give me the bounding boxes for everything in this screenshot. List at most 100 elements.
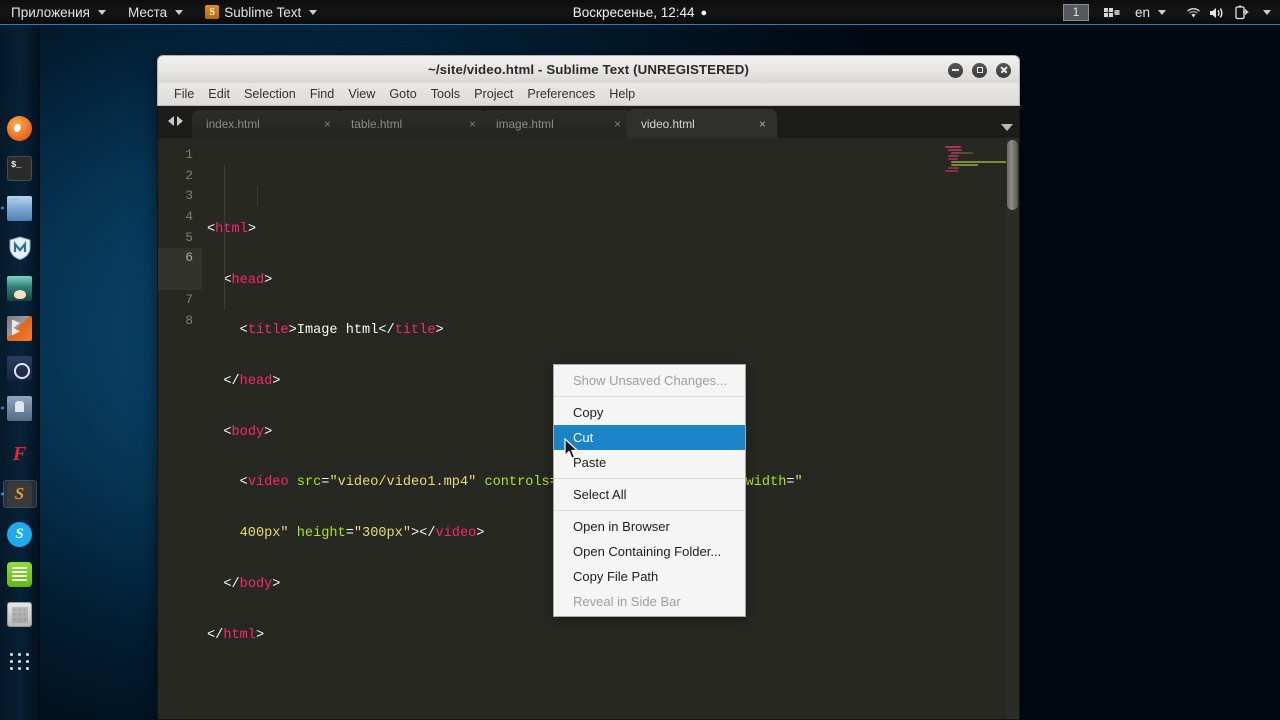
dock-item-anime-player[interactable] bbox=[0, 273, 40, 303]
calculator-icon bbox=[7, 601, 32, 627]
keyboard-layout-label: en bbox=[1134, 5, 1150, 20]
window-titlebar[interactable]: ~/site/video.html - Sublime Text (UNREGI… bbox=[157, 55, 1020, 83]
context-menu-item-copy[interactable]: Copy bbox=[554, 400, 745, 425]
tab-table-html[interactable]: table.html × bbox=[337, 110, 487, 138]
skype-icon: S bbox=[7, 521, 32, 547]
workspace-indicator[interactable]: 1 bbox=[1062, 4, 1089, 21]
dock-item-notes[interactable] bbox=[0, 559, 40, 589]
dock-item-sublime-text[interactable]: S bbox=[0, 479, 40, 509]
tabbar: index.html × table.html × image.html × v… bbox=[157, 106, 1020, 138]
maximize-button[interactable] bbox=[972, 62, 987, 78]
indent-guide bbox=[257, 186, 258, 206]
menu-preferences[interactable]: Preferences bbox=[520, 83, 602, 106]
dock-item-calculator[interactable] bbox=[0, 599, 40, 629]
applications-label: Приложения bbox=[11, 4, 90, 20]
line-number-wrapped: . bbox=[158, 269, 202, 290]
fl-studio-icon: F bbox=[12, 442, 27, 465]
dock-item-skype[interactable]: S bbox=[0, 519, 40, 549]
window-title: ~/site/video.html - Sublime Text (UNREGI… bbox=[427, 62, 750, 77]
keyboard-layout[interactable]: en bbox=[1125, 0, 1172, 25]
gimp-icon bbox=[7, 315, 32, 341]
code-line-8: </html> bbox=[207, 627, 265, 643]
menu-find[interactable]: Find bbox=[303, 83, 342, 106]
dock-item-gimp[interactable] bbox=[0, 313, 40, 343]
sublime-badge-icon: S bbox=[205, 5, 220, 19]
scroll-left-icon[interactable] bbox=[167, 116, 174, 126]
context-menu-item-cut[interactable]: Cut bbox=[554, 425, 745, 450]
minimap[interactable] bbox=[941, 138, 1019, 719]
dock-item-malware-shield[interactable] bbox=[0, 233, 40, 263]
tab-overflow-menu-icon[interactable] bbox=[1001, 124, 1013, 131]
menu-project[interactable]: Project bbox=[467, 83, 520, 106]
context-menu-item-paste[interactable]: Paste bbox=[554, 450, 745, 475]
tab-navigation[interactable] bbox=[158, 106, 192, 138]
menu-view[interactable]: View bbox=[341, 83, 382, 106]
line-number-gutter: 1 2 3 4 5 6 . 7 8 bbox=[158, 138, 202, 719]
dock-item-gps-tool[interactable] bbox=[0, 393, 40, 423]
firefox-icon bbox=[7, 115, 32, 141]
tab-image-html[interactable]: image.html × bbox=[482, 110, 632, 138]
dock-item-terminal[interactable]: $_ bbox=[0, 153, 40, 183]
sublime-text-window: ~/site/video.html - Sublime Text (UNREGI… bbox=[157, 55, 1020, 720]
code-line-1: <html> bbox=[207, 222, 256, 237]
menu-help[interactable]: Help bbox=[602, 83, 642, 106]
running-indicator bbox=[0, 406, 4, 410]
terminal-icon: $_ bbox=[7, 155, 32, 181]
volume-icon[interactable] bbox=[1206, 0, 1228, 25]
tab-index-html[interactable]: index.html × bbox=[192, 110, 342, 138]
dock-item-firefox[interactable] bbox=[0, 113, 40, 143]
inkscape-icon bbox=[7, 355, 32, 381]
menu-selection[interactable]: Selection bbox=[237, 83, 303, 106]
line-number: 5 bbox=[185, 229, 193, 245]
context-menu-item-open-containing-folder[interactable]: Open Containing Folder... bbox=[554, 539, 745, 564]
menubar: File Edit Selection Find View Goto Tools… bbox=[157, 83, 1020, 106]
dock-item-fl-studio[interactable]: F bbox=[0, 439, 40, 469]
close-icon[interactable]: × bbox=[469, 117, 476, 131]
editor-scrollbar[interactable] bbox=[1006, 138, 1019, 719]
window-controls bbox=[948, 56, 1011, 84]
menu-file[interactable]: File bbox=[167, 83, 201, 106]
close-button[interactable] bbox=[996, 62, 1011, 78]
menu-tools[interactable]: Tools bbox=[424, 83, 467, 106]
context-menu-item-copy-file-path[interactable]: Copy File Path bbox=[554, 564, 745, 589]
dock-item-files[interactable] bbox=[0, 193, 40, 223]
battery-icon[interactable] bbox=[1230, 0, 1252, 25]
menu-separator bbox=[554, 396, 745, 397]
active-application-menu[interactable]: S Sublime Text bbox=[194, 0, 328, 25]
wifi-icon[interactable] bbox=[1182, 0, 1204, 25]
tab-video-html[interactable]: video.html × bbox=[627, 109, 777, 138]
context-menu: Show Unsaved Changes... Copy Cut Paste S… bbox=[553, 364, 746, 617]
chevron-down-icon bbox=[309, 9, 318, 15]
code-line-3: <title>Image html</title> bbox=[239, 323, 444, 339]
dock-item-show-applications[interactable] bbox=[0, 645, 40, 675]
shield-icon bbox=[7, 236, 32, 261]
scroll-right-icon[interactable] bbox=[176, 116, 183, 126]
dock-item-inkscape[interactable] bbox=[0, 353, 40, 383]
line-number: 1 bbox=[185, 147, 193, 162]
line-number: 8 bbox=[185, 312, 193, 328]
clock-text: Воскресенье, 12:44 bbox=[572, 5, 695, 20]
menu-edit[interactable]: Edit bbox=[201, 83, 237, 106]
context-menu-item-show-unsaved-changes: Show Unsaved Changes... bbox=[573, 373, 727, 388]
context-menu-item-open-in-browser[interactable]: Open in Browser bbox=[554, 514, 745, 539]
line-number: 4 bbox=[185, 209, 193, 225]
tab-label: index.html bbox=[206, 117, 260, 131]
code-line-2: <head> bbox=[223, 272, 273, 288]
context-menu-item-select-all[interactable]: Select All bbox=[554, 482, 745, 507]
menu-places[interactable]: Места bbox=[117, 0, 194, 25]
workspace-switcher-icon[interactable] bbox=[1101, 0, 1123, 25]
close-icon[interactable]: × bbox=[324, 117, 331, 131]
minimize-button[interactable] bbox=[948, 62, 963, 78]
folder-icon bbox=[7, 195, 32, 221]
close-icon[interactable]: × bbox=[759, 117, 766, 131]
menu-applications[interactable]: Приложения bbox=[0, 0, 117, 25]
chevron-down-icon bbox=[1158, 10, 1166, 15]
close-icon[interactable]: × bbox=[614, 117, 621, 131]
notes-icon bbox=[7, 561, 32, 587]
tab-label: video.html bbox=[641, 116, 695, 131]
line-number: 7 bbox=[185, 291, 193, 307]
chevron-down-icon bbox=[97, 9, 106, 15]
chevron-down-icon[interactable] bbox=[1254, 0, 1276, 25]
menu-goto[interactable]: Goto bbox=[382, 83, 423, 106]
scrollbar-thumb[interactable] bbox=[1007, 140, 1018, 210]
